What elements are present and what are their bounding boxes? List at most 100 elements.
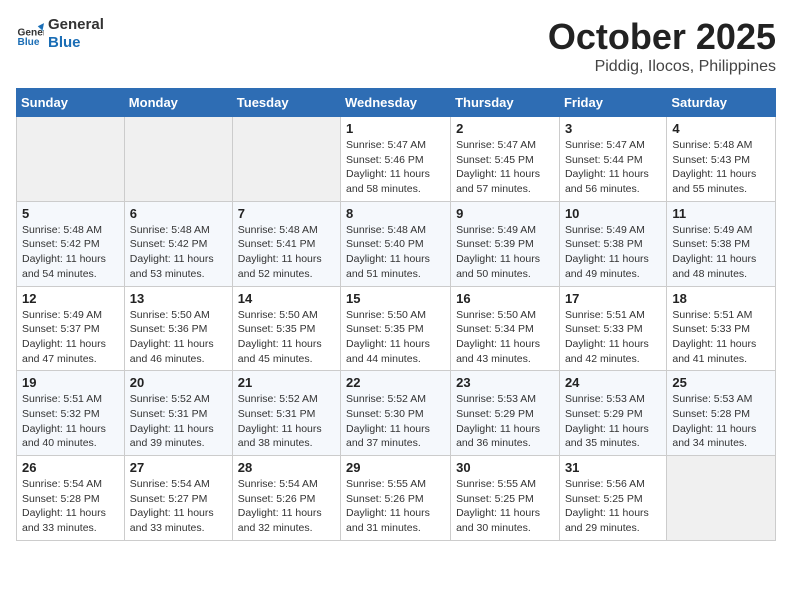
day-number: 4 <box>672 121 770 136</box>
day-info: Sunrise: 5:51 AM Sunset: 5:32 PM Dayligh… <box>22 392 119 451</box>
day-number: 26 <box>22 460 119 475</box>
day-number: 27 <box>130 460 227 475</box>
svg-text:Blue: Blue <box>18 37 40 48</box>
day-info: Sunrise: 5:50 AM Sunset: 5:35 PM Dayligh… <box>346 308 445 367</box>
calendar-week-row: 1 Sunrise: 5:47 AM Sunset: 5:46 PM Daylig… <box>17 117 776 202</box>
day-number: 15 <box>346 291 445 306</box>
day-number: 1 <box>346 121 445 136</box>
day-number: 3 <box>565 121 661 136</box>
day-number: 9 <box>456 206 554 221</box>
calendar-cell: 31Sunrise: 5:56 AM Sunset: 5:25 PM Dayli… <box>559 456 666 541</box>
calendar-cell: 13Sunrise: 5:50 AM Sunset: 5:36 PM Dayli… <box>124 286 232 371</box>
day-info: Sunrise: 5:49 AM Sunset: 5:38 PM Dayligh… <box>672 223 770 282</box>
day-info: Sunrise: 5:48 AM Sunset: 5:42 PM Dayligh… <box>130 223 227 282</box>
day-info: Sunrise: 5:52 AM Sunset: 5:31 PM Dayligh… <box>130 392 227 451</box>
calendar-header-row: SundayMondayTuesdayWednesdayThursdayFrid… <box>17 89 776 117</box>
day-info: Sunrise: 5:49 AM Sunset: 5:37 PM Dayligh… <box>22 308 119 367</box>
day-info: Sunrise: 5:51 AM Sunset: 5:33 PM Dayligh… <box>565 308 661 367</box>
calendar-cell: 21 Sunrise: 5:52 AM Sunset: 5:31 PM Dayli… <box>232 371 340 456</box>
title-block: October 2025 Piddig, Ilocos, Philippines <box>548 16 776 76</box>
day-number: 6 <box>130 206 227 221</box>
day-info: Sunrise: 5:50 AM Sunset: 5:34 PM Dayligh… <box>456 308 554 367</box>
calendar-cell: 2 Sunrise: 5:47 AM Sunset: 5:45 PM Daylig… <box>451 117 560 202</box>
calendar-cell: 26 Sunrise: 5:54 AM Sunset: 5:28 PM Dayli… <box>17 456 125 541</box>
calendar-cell: 20Sunrise: 5:52 AM Sunset: 5:31 PM Dayli… <box>124 371 232 456</box>
day-number: 7 <box>238 206 335 221</box>
calendar-cell: 18Sunrise: 5:51 AM Sunset: 5:33 PM Dayli… <box>667 286 776 371</box>
weekday-header: Saturday <box>667 89 776 117</box>
day-info: Sunrise: 5:48 AM Sunset: 5:42 PM Dayligh… <box>22 223 119 282</box>
calendar-cell: 4 Sunrise: 5:48 AM Sunset: 5:43 PM Daylig… <box>667 117 776 202</box>
calendar-cell <box>232 117 340 202</box>
weekday-header: Sunday <box>17 89 125 117</box>
day-number: 19 <box>22 375 119 390</box>
day-number: 28 <box>238 460 335 475</box>
day-number: 13 <box>130 291 227 306</box>
day-info: Sunrise: 5:54 AM Sunset: 5:27 PM Dayligh… <box>130 477 227 536</box>
day-info: Sunrise: 5:49 AM Sunset: 5:38 PM Dayligh… <box>565 223 661 282</box>
weekday-header: Wednesday <box>341 89 451 117</box>
calendar-cell: 7 Sunrise: 5:48 AM Sunset: 5:41 PM Daylig… <box>232 201 340 286</box>
day-info: Sunrise: 5:48 AM Sunset: 5:40 PM Dayligh… <box>346 223 445 282</box>
day-number: 30 <box>456 460 554 475</box>
day-info: Sunrise: 5:48 AM Sunset: 5:43 PM Dayligh… <box>672 138 770 197</box>
calendar-cell: 10Sunrise: 5:49 AM Sunset: 5:38 PM Dayli… <box>559 201 666 286</box>
day-number: 8 <box>346 206 445 221</box>
calendar-cell: 25 Sunrise: 5:53 AM Sunset: 5:28 PM Dayli… <box>667 371 776 456</box>
calendar-cell: 3Sunrise: 5:47 AM Sunset: 5:44 PM Daylig… <box>559 117 666 202</box>
day-info: Sunrise: 5:48 AM Sunset: 5:41 PM Dayligh… <box>238 223 335 282</box>
day-number: 21 <box>238 375 335 390</box>
calendar-week-row: 12 Sunrise: 5:49 AM Sunset: 5:37 PM Dayli… <box>17 286 776 371</box>
month-title: October 2025 <box>548 16 776 58</box>
calendar-cell: 6 Sunrise: 5:48 AM Sunset: 5:42 PM Daylig… <box>124 201 232 286</box>
calendar-cell: 30 Sunrise: 5:55 AM Sunset: 5:25 PM Dayli… <box>451 456 560 541</box>
day-number: 18 <box>672 291 770 306</box>
day-info: Sunrise: 5:53 AM Sunset: 5:29 PM Dayligh… <box>565 392 661 451</box>
calendar-cell: 28 Sunrise: 5:54 AM Sunset: 5:26 PM Dayli… <box>232 456 340 541</box>
logo-blue: Blue <box>48 34 104 52</box>
day-info: Sunrise: 5:55 AM Sunset: 5:25 PM Dayligh… <box>456 477 554 536</box>
day-info: Sunrise: 5:56 AM Sunset: 5:25 PM Dayligh… <box>565 477 661 536</box>
day-number: 2 <box>456 121 554 136</box>
calendar-cell: 24 Sunrise: 5:53 AM Sunset: 5:29 PM Dayli… <box>559 371 666 456</box>
day-number: 12 <box>22 291 119 306</box>
day-info: Sunrise: 5:54 AM Sunset: 5:28 PM Dayligh… <box>22 477 119 536</box>
day-info: Sunrise: 5:54 AM Sunset: 5:26 PM Dayligh… <box>238 477 335 536</box>
calendar-cell <box>124 117 232 202</box>
logo-icon: General Blue <box>16 20 44 48</box>
weekday-header: Friday <box>559 89 666 117</box>
day-info: Sunrise: 5:50 AM Sunset: 5:35 PM Dayligh… <box>238 308 335 367</box>
calendar-week-row: 5 Sunrise: 5:48 AM Sunset: 5:42 PM Daylig… <box>17 201 776 286</box>
day-info: Sunrise: 5:52 AM Sunset: 5:31 PM Dayligh… <box>238 392 335 451</box>
day-info: Sunrise: 5:47 AM Sunset: 5:46 PM Dayligh… <box>346 138 445 197</box>
day-info: Sunrise: 5:55 AM Sunset: 5:26 PM Dayligh… <box>346 477 445 536</box>
day-number: 25 <box>672 375 770 390</box>
calendar-cell: 29 Sunrise: 5:55 AM Sunset: 5:26 PM Dayli… <box>341 456 451 541</box>
calendar-cell: 8 Sunrise: 5:48 AM Sunset: 5:40 PM Daylig… <box>341 201 451 286</box>
calendar-cell: 5 Sunrise: 5:48 AM Sunset: 5:42 PM Daylig… <box>17 201 125 286</box>
day-info: Sunrise: 5:53 AM Sunset: 5:28 PM Dayligh… <box>672 392 770 451</box>
day-number: 29 <box>346 460 445 475</box>
day-number: 5 <box>22 206 119 221</box>
day-info: Sunrise: 5:47 AM Sunset: 5:45 PM Dayligh… <box>456 138 554 197</box>
calendar-cell: 27 Sunrise: 5:54 AM Sunset: 5:27 PM Dayli… <box>124 456 232 541</box>
day-info: Sunrise: 5:49 AM Sunset: 5:39 PM Dayligh… <box>456 223 554 282</box>
location: Piddig, Ilocos, Philippines <box>548 58 776 76</box>
calendar-week-row: 26 Sunrise: 5:54 AM Sunset: 5:28 PM Dayli… <box>17 456 776 541</box>
day-number: 11 <box>672 206 770 221</box>
logo: General Blue General Blue <box>16 16 104 52</box>
day-info: Sunrise: 5:52 AM Sunset: 5:30 PM Dayligh… <box>346 392 445 451</box>
calendar-cell: 11 Sunrise: 5:49 AM Sunset: 5:38 PM Dayli… <box>667 201 776 286</box>
calendar-cell: 16 Sunrise: 5:50 AM Sunset: 5:34 PM Dayli… <box>451 286 560 371</box>
day-number: 16 <box>456 291 554 306</box>
day-number: 23 <box>456 375 554 390</box>
calendar-cell: 12 Sunrise: 5:49 AM Sunset: 5:37 PM Dayli… <box>17 286 125 371</box>
weekday-header: Thursday <box>451 89 560 117</box>
weekday-header: Monday <box>124 89 232 117</box>
calendar-cell <box>17 117 125 202</box>
calendar-cell: 14Sunrise: 5:50 AM Sunset: 5:35 PM Dayli… <box>232 286 340 371</box>
day-number: 22 <box>346 375 445 390</box>
calendar-week-row: 19 Sunrise: 5:51 AM Sunset: 5:32 PM Dayli… <box>17 371 776 456</box>
day-number: 24 <box>565 375 661 390</box>
weekday-header: Tuesday <box>232 89 340 117</box>
